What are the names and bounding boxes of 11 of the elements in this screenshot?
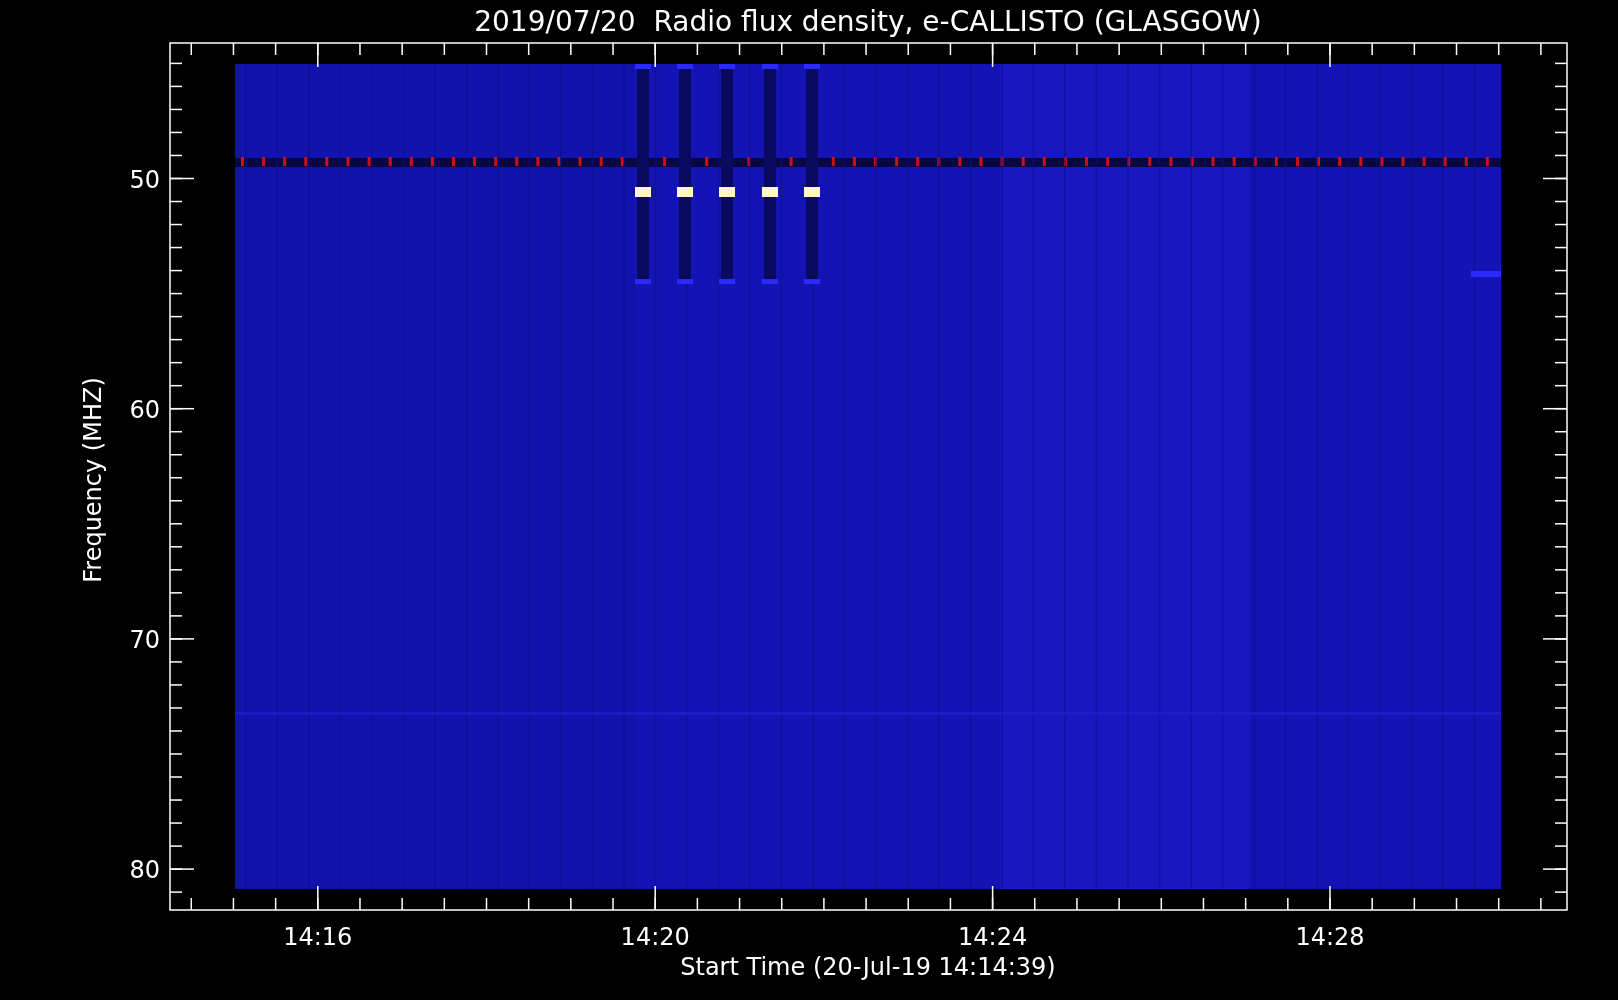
- x-tick-label: 14:28: [1295, 923, 1365, 951]
- x-tick-label: 14:20: [620, 923, 690, 951]
- x-axis-label: Start Time (20-Jul-19 14:14:39): [680, 953, 1056, 981]
- y-tick-label: 80: [129, 856, 160, 885]
- x-tick-label: 14:16: [283, 923, 353, 951]
- y-axis-label: Frequency (MHZ): [79, 377, 107, 583]
- y-tick-label: 60: [129, 395, 160, 424]
- y-tick-label: 50: [129, 165, 160, 194]
- chart-title: 2019/07/20 Radio flux density, e-CALLISTO (GLASGOW): [474, 5, 1262, 38]
- x-tick-label: 14:24: [958, 923, 1028, 951]
- y-tick-label: 70: [129, 625, 160, 654]
